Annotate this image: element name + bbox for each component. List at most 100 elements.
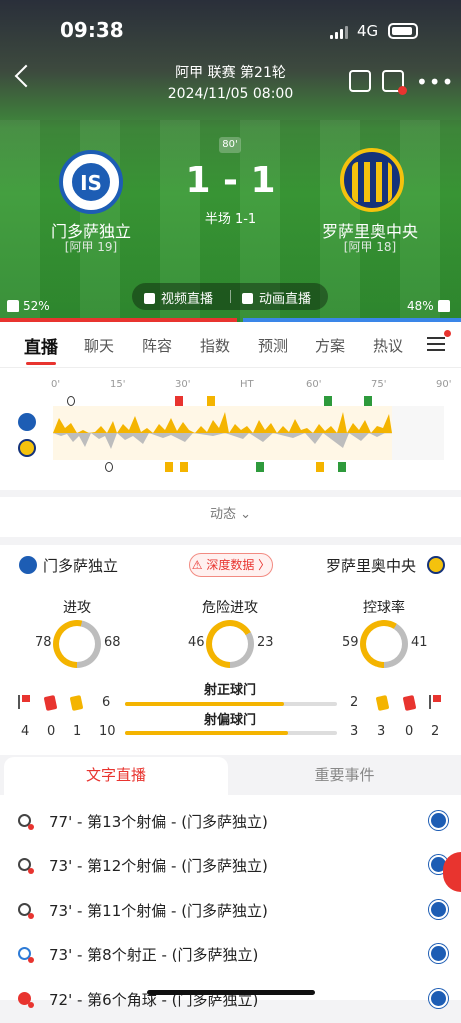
match-score: 1 - 1	[185, 160, 276, 201]
red-card-icon	[43, 695, 58, 711]
ring-title: 进攻	[63, 600, 91, 616]
shots-off-target-bar	[125, 731, 337, 735]
stats-panel: 门多萨独立 ⚠ 深度数据 〉 罗萨里奥中央 进攻 78 68 危险进攻 46 2…	[0, 545, 461, 755]
match-header: 09:38 4G 阿甲 联赛 第21轮 2024/11/05 08:00 •••…	[0, 0, 461, 322]
tab-text-live[interactable]: 文字直播	[4, 757, 228, 795]
status-time: 09:38	[60, 18, 124, 42]
ring-title: 控球率	[363, 600, 405, 616]
tab-live[interactable]: 直播	[24, 333, 58, 358]
yellow-card-icon	[375, 695, 390, 711]
dynamic-toggle[interactable]: 动态 ⌄	[0, 497, 461, 537]
list-item[interactable]: 73' - 第12个射偏 - (门多萨独立)	[0, 845, 461, 889]
feed-text: 73' - 第12个射偏 - (门多萨独立)	[49, 857, 268, 875]
home-team-logo-small	[18, 413, 36, 431]
live-buttons: 视频直播 动画直播	[132, 283, 328, 310]
home-yellow-cards: 1	[73, 724, 82, 739]
tab-lineup[interactable]: 阵容	[142, 335, 172, 356]
goal-icon[interactable]	[105, 462, 113, 472]
match-minute: 80'	[219, 137, 241, 153]
ring-away-value: 23	[257, 635, 274, 650]
timeline-label: 15'	[110, 379, 126, 390]
active-tab-indicator	[26, 362, 56, 365]
away-corners: 2	[431, 724, 440, 739]
momentum-chart	[53, 412, 392, 449]
corner-flag-icon	[429, 695, 441, 709]
shot-on-target-icon	[18, 947, 34, 963]
away-team-rank: [阿甲 18]	[343, 240, 397, 254]
record-icon[interactable]	[382, 70, 407, 95]
video-live-button[interactable]: 视频直播	[144, 288, 213, 307]
signal-icon	[330, 25, 350, 39]
timeline-label: HT	[240, 379, 254, 390]
more-icon[interactable]: •••	[416, 70, 454, 94]
battery-icon	[388, 23, 418, 39]
substitution-icon[interactable]	[256, 462, 264, 472]
deep-data-button[interactable]: ⚠ 深度数据 〉	[189, 553, 273, 577]
dangerous-attack-ring	[206, 620, 254, 668]
corner-flag-icon[interactable]	[207, 396, 215, 406]
save-image-icon[interactable]	[349, 70, 371, 92]
stats-home-team: 门多萨独立	[43, 557, 119, 575]
stats-away-team: 罗萨里奥中央	[326, 557, 417, 575]
shot-icon	[18, 858, 34, 874]
away-team-logo-small	[427, 556, 445, 574]
away-yellow-cards: 3	[377, 724, 386, 739]
home-vote[interactable]: 52%	[7, 299, 50, 313]
halftime-score: 半场 1-1	[204, 212, 257, 227]
corner-flag-icon[interactable]	[175, 396, 183, 406]
corner-icon	[18, 992, 34, 1008]
team-logo-icon	[429, 989, 448, 1008]
stat-bar-label: 射偏球门	[203, 713, 256, 728]
yellow-card-icon[interactable]	[180, 462, 188, 472]
tab-discussion[interactable]: 热议	[373, 335, 403, 356]
match-timeline: 0' 15' 30' HT 60' 75' 90'	[0, 368, 461, 490]
text-live-feed: 77' - 第13个射偏 - (门多萨独立) 73' - 第12个射偏 - (门…	[0, 795, 461, 1009]
home-indicator[interactable]	[147, 990, 315, 995]
animation-icon	[242, 293, 253, 304]
shots-on-target-bar	[125, 702, 337, 706]
tab-chat[interactable]: 聊天	[84, 335, 114, 356]
tab-plans[interactable]: 方案	[315, 335, 345, 356]
menu-icon[interactable]	[427, 337, 445, 351]
main-tabs: 直播 聊天 阵容 指数 预测 方案 热议	[0, 322, 461, 368]
feed-text: 73' - 第11个射偏 - (门多萨独立)	[49, 902, 268, 920]
substitution-icon[interactable]	[338, 462, 346, 472]
list-item[interactable]: 72' - 第6个角球 - (门多萨独立)	[0, 979, 461, 1023]
list-item[interactable]: 77' - 第13个射偏 - (门多萨独立)	[0, 801, 461, 845]
feed-text: 73' - 第8个射正 - (门多萨独立)	[49, 946, 259, 964]
team-logo-icon	[429, 900, 448, 919]
away-team-logo-small	[18, 439, 36, 457]
away-vote[interactable]: 48%	[407, 299, 450, 313]
thumbs-up-icon	[7, 300, 19, 312]
home-team-rank: [阿甲 19]	[64, 240, 118, 254]
notification-dot	[444, 330, 451, 337]
sub-tabs: 文字直播 重要事件	[0, 757, 461, 795]
status-bar: 09:38 4G	[0, 0, 461, 56]
substitution-icon[interactable]	[364, 396, 372, 406]
timeline-label: 0'	[51, 379, 61, 390]
list-item[interactable]: 73' - 第8个射正 - (门多萨独立)	[0, 934, 461, 978]
attack-ring	[53, 620, 101, 668]
tab-key-events[interactable]: 重要事件	[232, 757, 457, 795]
timeline-label: 90'	[436, 379, 452, 390]
shot-icon	[18, 903, 34, 919]
yellow-card-icon	[69, 695, 84, 711]
stat-bar-away-value: 2	[350, 695, 359, 710]
home-corners: 4	[21, 724, 30, 739]
yellow-card-icon[interactable]	[316, 462, 324, 472]
play-icon	[144, 293, 155, 304]
animation-live-button[interactable]: 动画直播	[242, 288, 311, 307]
list-item[interactable]: 73' - 第11个射偏 - (门多萨独立)	[0, 890, 461, 934]
corner-flag-icon	[18, 695, 30, 709]
tab-odds[interactable]: 指数	[200, 335, 230, 356]
home-team-logo-small	[19, 556, 37, 574]
yellow-card-icon[interactable]	[165, 462, 173, 472]
thumbs-up-icon	[437, 300, 450, 312]
ring-home-value: 78	[35, 635, 52, 650]
momentum-area	[53, 406, 392, 460]
ring-away-value: 68	[104, 635, 121, 650]
goal-icon[interactable]	[67, 396, 75, 406]
tab-prediction[interactable]: 预测	[258, 335, 288, 356]
substitution-icon[interactable]	[324, 396, 332, 406]
ring-home-value: 46	[188, 635, 205, 650]
